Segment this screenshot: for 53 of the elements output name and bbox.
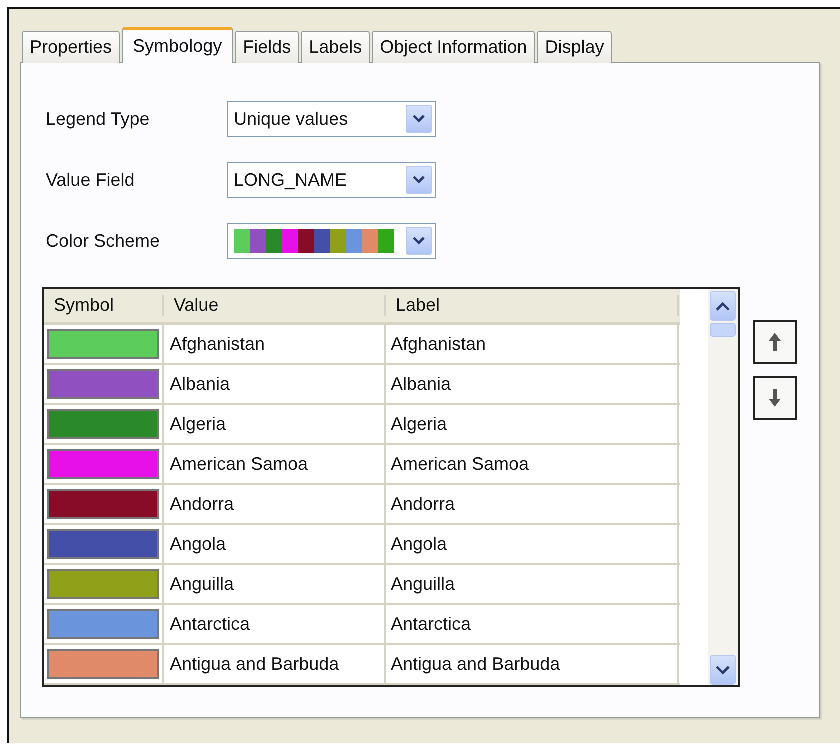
table-cell: Angola	[386, 525, 679, 563]
table-cell: Afghanistan	[386, 325, 679, 363]
table-cell: Andorra	[386, 485, 679, 523]
table-cell: Algeria	[164, 405, 386, 443]
symbol-swatch[interactable]	[47, 409, 159, 439]
tab[interactable]: Display	[537, 31, 612, 63]
chevron-down-icon	[406, 166, 432, 194]
symbol-swatch[interactable]	[47, 569, 159, 599]
move-down-button[interactable]	[753, 376, 797, 420]
table-cell: Anguilla	[164, 565, 386, 603]
column-header[interactable]: Label	[386, 295, 679, 316]
symbol-swatch[interactable]	[47, 329, 159, 359]
field-label: Color Scheme	[46, 230, 162, 252]
field-label: Value Field	[46, 170, 136, 190]
table-cell: Algeria	[386, 405, 679, 443]
tab[interactable]: Properties	[22, 31, 120, 63]
arrow-up-icon	[767, 331, 783, 353]
table-cell: Antarctica	[386, 605, 679, 643]
table-cell: Antigua and Barbuda	[164, 645, 386, 683]
symbol-swatch[interactable]	[47, 649, 159, 679]
scroll-down-icon[interactable]	[710, 655, 736, 685]
tab[interactable]: Object Information	[372, 31, 536, 63]
dropdown[interactable]	[227, 223, 436, 259]
chevron-down-icon	[406, 105, 432, 133]
move-up-button[interactable]	[753, 320, 797, 364]
table-cell: Andorra	[164, 485, 386, 523]
column-header[interactable]: Value	[164, 295, 386, 316]
table-cell: Afghanistan	[164, 325, 386, 363]
scroll-up-icon[interactable]	[710, 291, 736, 321]
tab[interactable]: Fields	[235, 31, 300, 63]
table-cell: Antigua and Barbuda	[386, 645, 679, 683]
column-header[interactable]: Symbol	[44, 295, 164, 316]
scrollbar[interactable]	[708, 289, 738, 685]
dropdown[interactable]: Unique values	[227, 101, 436, 137]
table-cell: Albania	[164, 365, 386, 403]
chevron-down-icon	[406, 227, 432, 255]
symbol-swatch[interactable]	[47, 529, 159, 559]
dropdown[interactable]: LONG_NAME	[227, 162, 436, 198]
arrow-down-icon	[767, 387, 783, 409]
tab[interactable]: Symbology	[122, 27, 234, 63]
symbol-swatch[interactable]	[47, 609, 159, 639]
table-cell: American Samoa	[164, 445, 386, 483]
scroll-thumb[interactable]	[710, 323, 736, 337]
table-cell: Angola	[164, 525, 386, 563]
table-cell: Anguilla	[386, 565, 679, 603]
tab[interactable]: Labels	[301, 31, 370, 63]
symbol-swatch[interactable]	[47, 489, 159, 519]
symbol-swatch[interactable]	[47, 369, 159, 399]
table-cell: Antarctica	[164, 605, 386, 643]
table-cell: Albania	[386, 365, 679, 403]
field-label: Legend Type	[46, 108, 151, 130]
table-cell: American Samoa	[386, 445, 679, 483]
symbol-swatch[interactable]	[47, 449, 159, 479]
